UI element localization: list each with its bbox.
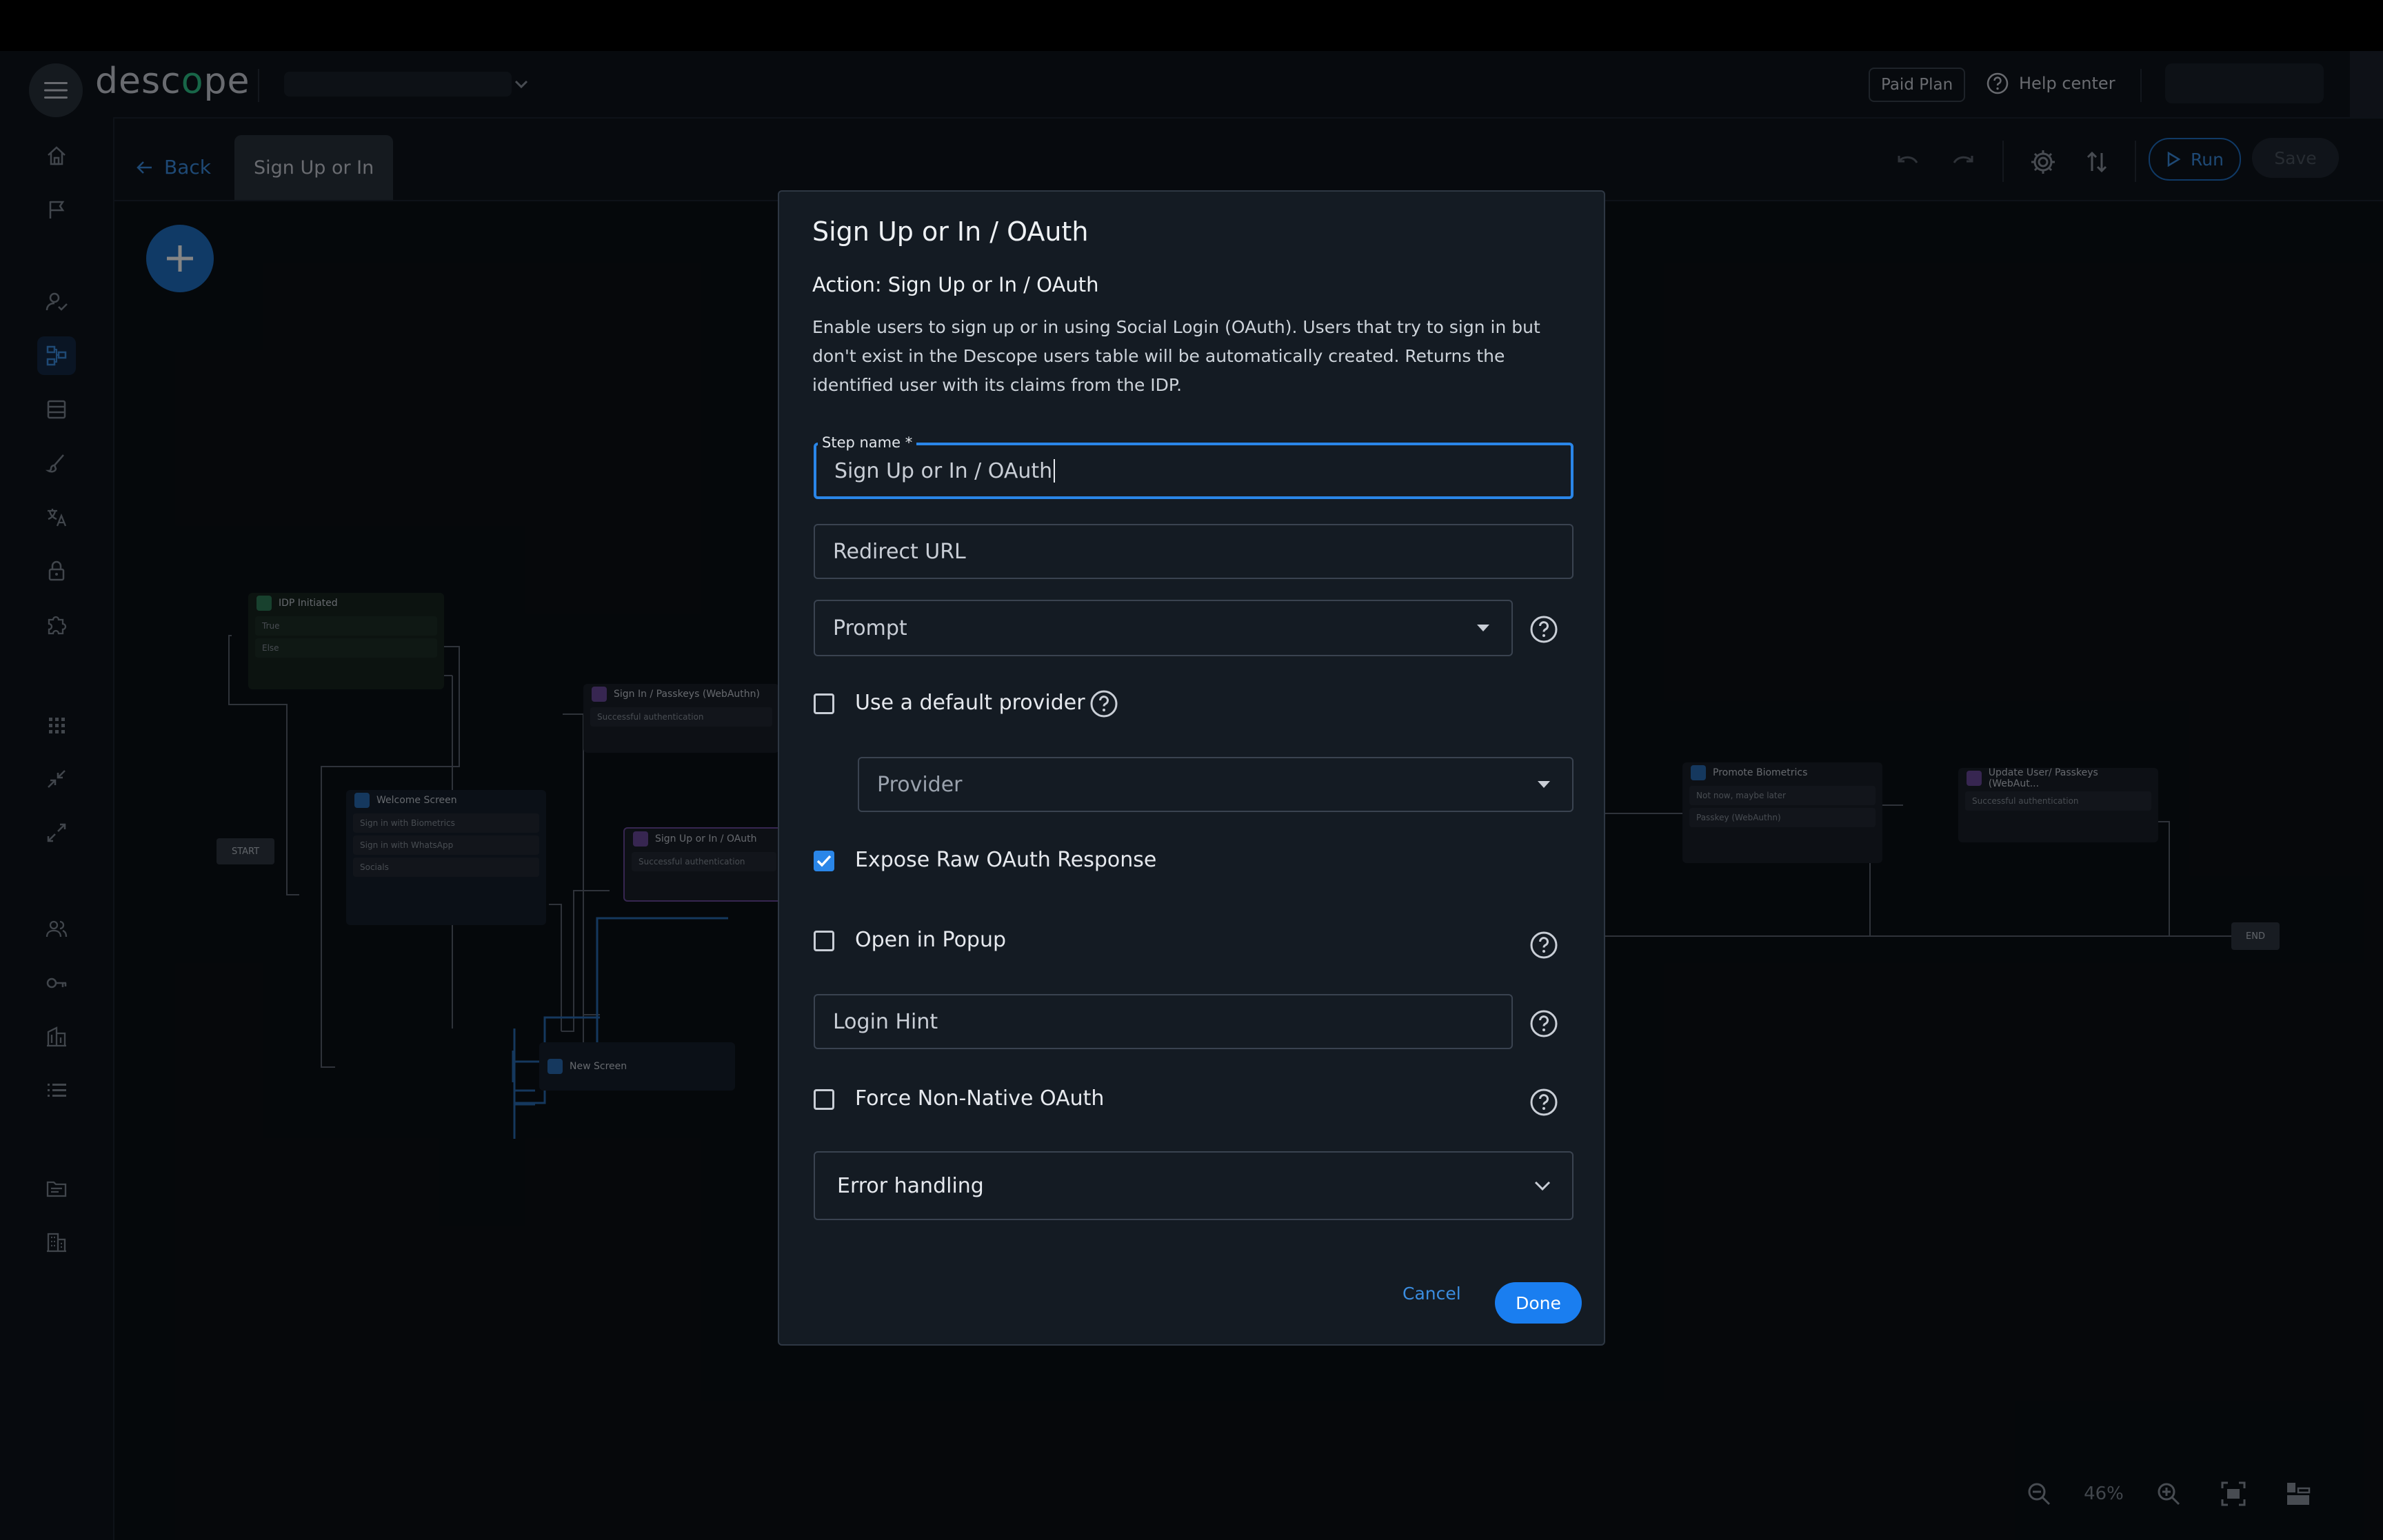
action-description: Enable users to sign up or in using Soci… [812,317,1540,395]
prompt-select[interactable]: Prompt [814,600,1513,656]
provider-select[interactable]: Provider [858,757,1573,812]
caret-down-icon [1538,781,1550,788]
caret-down-icon [1477,625,1489,631]
done-button[interactable]: Done [1495,1282,1582,1324]
cancel-button[interactable]: Cancel [1402,1284,1461,1304]
expose-raw-oauth-checkbox[interactable] [814,851,834,871]
step-name-label: Step name * [818,434,917,451]
text-cursor [1054,459,1056,483]
help-circle-icon[interactable] [1529,1088,1558,1117]
step-name-value: Sign Up or In / OAuth [834,458,1053,483]
help-circle-icon[interactable] [1529,615,1558,644]
error-handling-label: Error handling [837,1173,984,1198]
force-non-native-oauth-checkbox[interactable] [814,1089,834,1110]
expose-raw-oauth-label: Expose Raw OAuth Response [855,848,1157,872]
login-hint-placeholder: Login Hint [833,1009,938,1034]
checkmark-icon [816,855,832,867]
login-hint-input[interactable]: Login Hint [814,994,1513,1049]
step-config-dialog: Sign Up or In / OAuth Action: Sign Up or… [778,190,1605,1346]
force-non-native-oauth-label: Force Non-Native OAuth [855,1086,1105,1111]
help-circle-icon[interactable] [1089,689,1118,718]
action-heading: Action: Sign Up or In / OAuth [812,273,1099,296]
chevron-down-icon [1534,1181,1551,1191]
help-circle-icon[interactable] [1529,1009,1558,1038]
redirect-url-placeholder: Redirect URL [833,539,966,564]
open-in-popup-checkbox[interactable] [814,931,834,951]
redirect-url-input[interactable]: Redirect URL [814,524,1573,579]
dialog-title: Sign Up or In / OAuth [812,216,1089,247]
prompt-placeholder: Prompt [833,616,907,640]
provider-placeholder: Provider [877,772,963,797]
use-default-provider-label: Use a default provider [855,691,1085,715]
open-in-popup-label: Open in Popup [855,928,1007,952]
error-handling-accordion[interactable]: Error handling [814,1151,1573,1220]
step-name-field[interactable]: Sign Up or In / OAuth [814,443,1573,499]
help-circle-icon[interactable] [1529,931,1558,960]
use-default-provider-checkbox[interactable] [814,693,834,714]
